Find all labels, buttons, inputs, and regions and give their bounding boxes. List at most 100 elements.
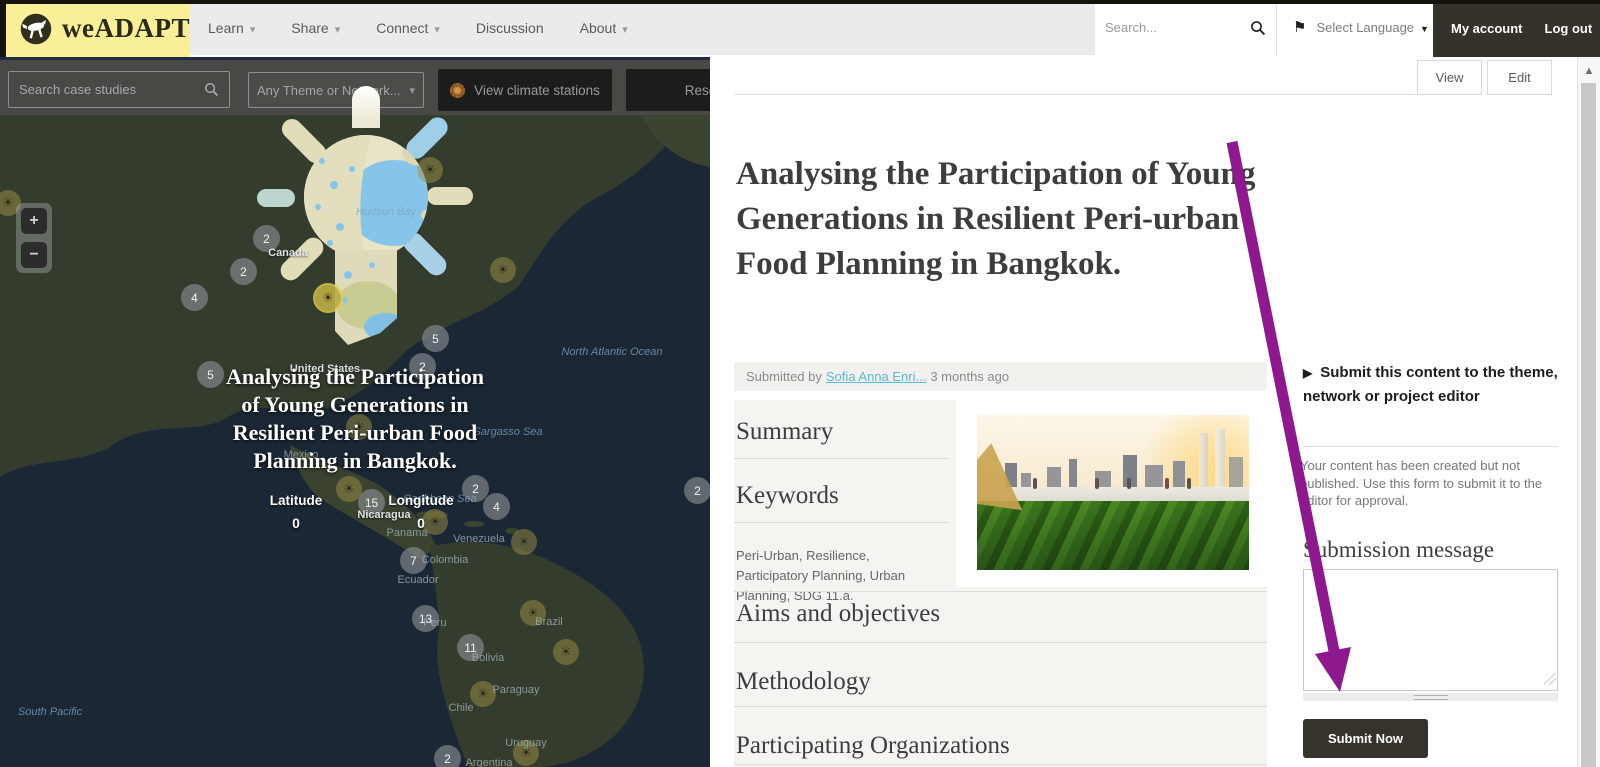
divider xyxy=(1303,446,1558,447)
cluster-count: 7 xyxy=(410,553,417,568)
case-study-search-input[interactable]: Search case studies xyxy=(8,71,230,108)
climate-station-marker-icon[interactable] xyxy=(490,257,516,283)
lightbulb-top-ray xyxy=(352,86,380,128)
divider xyxy=(734,458,950,459)
nav-item-share[interactable]: Share xyxy=(291,20,340,36)
cluster-marker[interactable]: 4 xyxy=(181,284,208,311)
view-climate-stations-button[interactable]: View climate stations xyxy=(438,69,612,111)
byline: Submitted by Sofia Anna Enri... 3 months… xyxy=(734,362,1267,391)
map-place-label: Venezuela xyxy=(453,533,505,545)
divider xyxy=(734,764,1267,765)
chevron-down-icon xyxy=(1414,19,1429,37)
section-heading-methodology[interactable]: Methodology xyxy=(736,668,871,696)
divider xyxy=(734,522,950,523)
nav-item-learn[interactable]: Learn xyxy=(208,20,255,36)
map-place-label: Argentina xyxy=(465,757,513,767)
climate-station-marker-icon[interactable] xyxy=(511,529,537,555)
climate-station-marker-icon[interactable] xyxy=(553,639,579,665)
zoom-out-button[interactable]: − xyxy=(21,242,47,268)
submit-content-heading: Submit this content to the theme, networ… xyxy=(1303,361,1561,409)
rooftop-garden-photo xyxy=(977,415,1249,570)
cluster-marker[interactable]: 2 xyxy=(230,258,257,285)
scrollbar-thumb[interactable] xyxy=(1581,83,1596,767)
cluster-count: 4 xyxy=(191,290,198,305)
divider xyxy=(734,642,1267,643)
play-icon xyxy=(1303,364,1320,381)
cluster-count: 2 xyxy=(694,483,701,498)
cluster-marker[interactable]: 2 xyxy=(434,745,461,767)
scroll-up-arrow-icon[interactable] xyxy=(1582,65,1596,79)
account-bar: My account Log out xyxy=(1433,0,1600,57)
map-panel[interactable]: Search case studies Any Theme or Network… xyxy=(0,57,710,767)
section-heading-organizations[interactable]: Participating Organizations xyxy=(736,732,1010,760)
drag-grip-icon xyxy=(1413,694,1448,700)
case-study-search-placeholder: Search case studies xyxy=(19,82,137,97)
map-place-label: Peru xyxy=(423,617,447,629)
climate-button-label: View climate stations xyxy=(474,82,600,98)
nav-item-discussion[interactable]: Discussion xyxy=(476,20,544,36)
map-place-label: North Atlantic Ocean xyxy=(561,346,663,358)
cluster-count: 2 xyxy=(263,231,270,246)
climate-station-marker-icon[interactable] xyxy=(315,285,341,311)
map-place-label: Ecuador xyxy=(397,574,439,586)
map-place-label: Brazil xyxy=(535,616,563,628)
tab-edit[interactable]: Edit xyxy=(1487,60,1552,95)
tab-view[interactable]: View xyxy=(1417,60,1482,95)
cluster-marker[interactable]: 5 xyxy=(422,325,449,352)
cluster-marker[interactable]: 2 xyxy=(684,477,710,504)
submission-message-textarea[interactable] xyxy=(1303,569,1558,691)
author-link[interactable]: Sofia Anna Enri... xyxy=(826,369,926,384)
header-search-input[interactable]: Search... xyxy=(1095,0,1277,55)
cluster-marker[interactable]: 4 xyxy=(483,493,510,520)
latitude-readout: Latitude 0 xyxy=(241,493,351,531)
map-place-label: Bolivia xyxy=(471,652,505,664)
top-header: weADAPT Learn Share Connect Discussion A… xyxy=(0,0,1600,57)
zoom-in-button[interactable]: + xyxy=(21,208,47,234)
weadapt-logo[interactable]: weADAPT xyxy=(0,0,190,57)
map-place-label: Uruguay xyxy=(505,737,547,749)
submission-message-label: Submission message xyxy=(1303,537,1495,562)
theme-network-dropdown[interactable]: Any Theme or Network... xyxy=(248,72,424,108)
reset-button-label: Reset all xyxy=(684,82,710,98)
latitude-label: Latitude xyxy=(269,493,323,508)
search-icon[interactable] xyxy=(204,82,219,97)
language-selector[interactable]: Select Language xyxy=(1277,0,1433,55)
chevron-down-icon xyxy=(409,81,415,99)
section-heading-keywords[interactable]: Keywords xyxy=(736,482,839,510)
map-place-label: Chile xyxy=(448,702,474,714)
article-sections: Summary Keywords Peri-Urban, Resilience,… xyxy=(734,400,1267,767)
logo-text: weADAPT xyxy=(62,13,190,43)
language-label: Select Language xyxy=(1316,20,1415,35)
cluster-count: 5 xyxy=(432,331,439,346)
byline-timestamp: 3 months ago xyxy=(930,369,1010,384)
climate-station-marker-icon[interactable] xyxy=(417,157,443,183)
map-place-label: South Pacific xyxy=(17,706,83,718)
logout-link[interactable]: Log out xyxy=(1545,21,1593,36)
nav-item-about[interactable]: About xyxy=(580,20,628,36)
reset-all-button[interactable]: Reset all xyxy=(626,69,710,111)
submit-now-button[interactable]: Submit Now xyxy=(1303,719,1428,758)
search-icon[interactable] xyxy=(1250,20,1266,36)
longitude-value: 0 xyxy=(417,515,425,531)
cluster-count: 2 xyxy=(240,264,247,279)
nav-item-connect[interactable]: Connect xyxy=(376,20,440,36)
byline-prefix: Submitted by xyxy=(746,369,822,384)
textarea-drag-bar[interactable] xyxy=(1303,693,1558,701)
cluster-count: 4 xyxy=(493,499,500,514)
flag-icon xyxy=(1293,18,1306,37)
textarea-resize-handle[interactable] xyxy=(1544,673,1556,685)
map-place-label: Paraguay xyxy=(492,684,540,696)
section-heading-aims[interactable]: Aims and objectives xyxy=(736,600,940,628)
weadapt-logo-icon xyxy=(20,13,52,44)
section-heading-summary[interactable]: Summary xyxy=(736,418,833,446)
longitude-readout: Longitude 0 xyxy=(366,493,476,531)
latitude-value: 0 xyxy=(292,515,300,531)
map-overlay-title: Analysing the Participation of Young Gen… xyxy=(226,364,484,473)
longitude-label: Longitude xyxy=(388,493,454,508)
sun-icon xyxy=(450,82,466,98)
header-search-placeholder: Search... xyxy=(1105,20,1158,35)
submit-description: Your content has been created but not pu… xyxy=(1300,458,1543,508)
my-account-link[interactable]: My account xyxy=(1451,21,1523,36)
map-zoom-controls: + − xyxy=(16,203,52,273)
divider xyxy=(734,706,1267,707)
